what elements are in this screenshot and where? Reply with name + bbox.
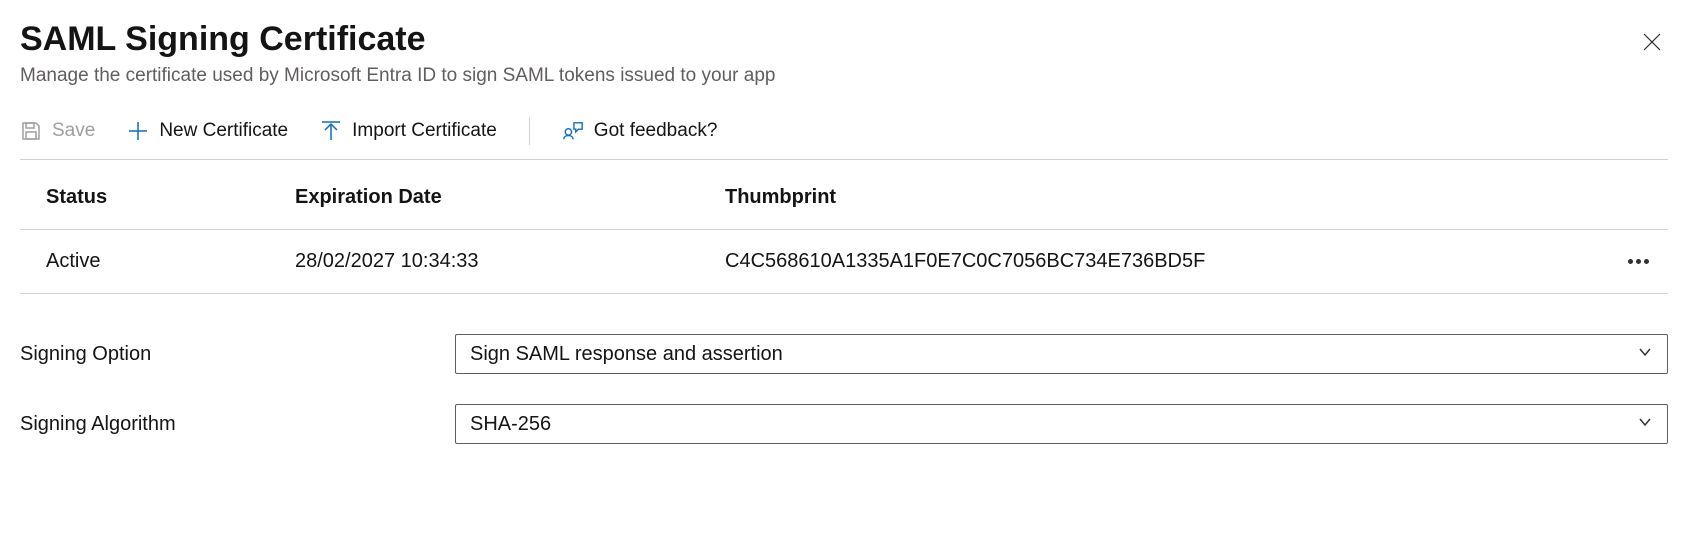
new-certificate-button[interactable]: New Certificate <box>127 120 288 142</box>
new-certificate-label: New Certificate <box>159 120 288 142</box>
signing-option-value: Sign SAML response and assertion <box>470 343 783 366</box>
close-button[interactable] <box>1636 28 1668 60</box>
signing-algorithm-select[interactable]: SHA-256 <box>455 404 1668 444</box>
cell-status: Active <box>20 250 295 273</box>
table-header: Status Expiration Date Thumbprint <box>20 160 1668 230</box>
feedback-button[interactable]: Got feedback? <box>562 120 718 142</box>
ellipsis-icon <box>1628 259 1649 264</box>
form-section: Signing Option Sign SAML response and as… <box>20 334 1668 444</box>
save-label: Save <box>52 120 95 142</box>
close-icon <box>1642 32 1662 57</box>
signing-algorithm-label: Signing Algorithm <box>20 413 455 436</box>
signing-option-label: Signing Option <box>20 343 455 366</box>
cell-expiration: 28/02/2027 10:34:33 <box>295 250 725 273</box>
table-row: Active 28/02/2027 10:34:33 C4C568610A133… <box>20 230 1668 294</box>
signing-algorithm-value: SHA-256 <box>470 413 551 436</box>
import-icon <box>320 120 342 142</box>
signing-option-select[interactable]: Sign SAML response and assertion <box>455 334 1668 374</box>
import-certificate-button[interactable]: Import Certificate <box>320 120 497 142</box>
chevron-down-icon <box>1637 413 1653 436</box>
chevron-down-icon <box>1637 343 1653 366</box>
page-subtitle: Manage the certificate used by Microsoft… <box>20 65 1636 87</box>
col-header-expiration: Expiration Date <box>295 186 725 209</box>
col-header-thumbprint: Thumbprint <box>725 186 1608 209</box>
save-button: Save <box>20 120 95 142</box>
certificate-table: Status Expiration Date Thumbprint Active… <box>20 160 1668 294</box>
import-certificate-label: Import Certificate <box>352 120 497 142</box>
page-title: SAML Signing Certificate <box>20 20 1636 59</box>
feedback-label: Got feedback? <box>594 120 718 142</box>
save-icon <box>20 120 42 142</box>
row-more-button[interactable] <box>1628 259 1649 264</box>
plus-icon <box>127 120 149 142</box>
toolbar-divider <box>529 117 530 145</box>
col-header-status: Status <box>20 186 295 209</box>
feedback-icon <box>562 120 584 142</box>
cell-thumbprint: C4C568610A1335A1F0E7C0C7056BC734E736BD5F <box>725 250 1608 273</box>
toolbar: Save New Certificate Import Certificate <box>20 117 1668 160</box>
